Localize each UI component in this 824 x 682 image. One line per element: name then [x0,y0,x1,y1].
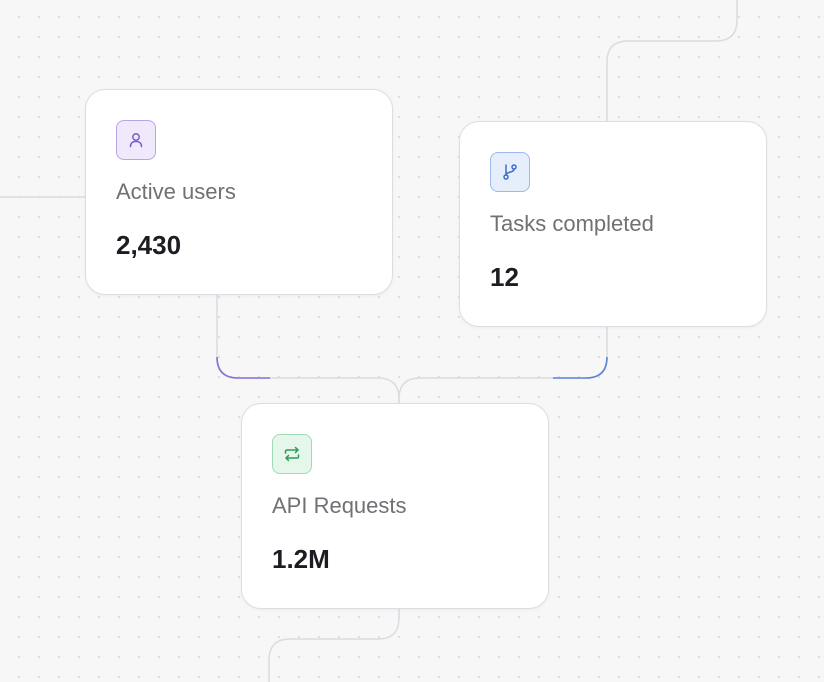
edge-highlight-active-users [216,356,270,379]
node-tasks-completed[interactable]: Tasks completed 12 [459,121,767,327]
edge-tasks-completed-to-api-requests [398,327,608,403]
node-label: Tasks completed [490,211,654,236]
repeat-arrows-icon [272,434,312,474]
user-icon [116,120,156,160]
node-label: API Requests [272,493,407,518]
node-active-users[interactable]: Active users 2,430 [85,89,393,295]
node-value: 12 [490,262,519,292]
node-label: Active users [116,179,236,204]
node-api-requests[interactable]: API Requests 1.2M [241,403,549,609]
edge-active-users-to-api-requests [216,295,400,403]
node-value: 2,430 [116,230,182,260]
edge-api-requests-to-offscreen [268,609,400,682]
edge-offscreen-to-tasks-completed [606,0,738,121]
node-value: 1.2M [272,544,330,574]
edge-highlight-tasks-completed [553,356,608,379]
git-branch-icon [490,152,530,192]
